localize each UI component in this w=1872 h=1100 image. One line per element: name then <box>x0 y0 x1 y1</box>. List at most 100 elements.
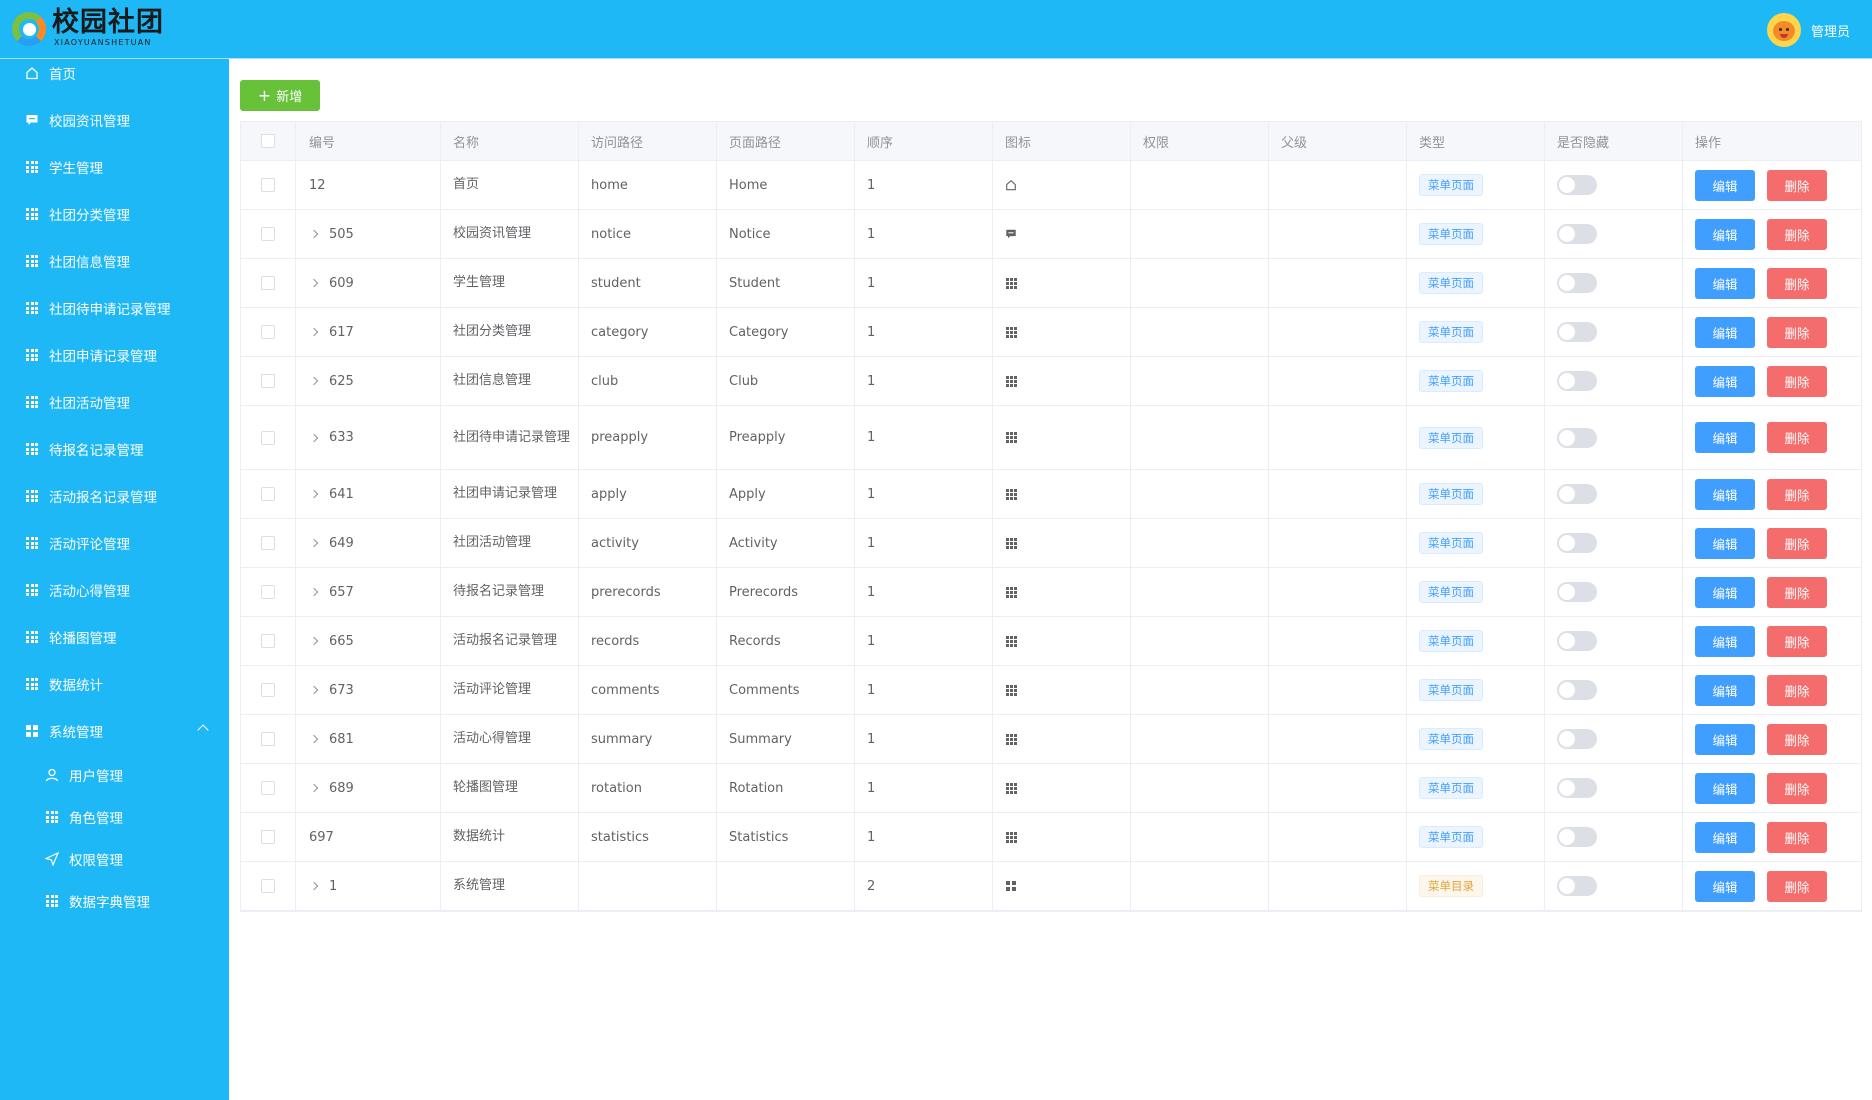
table-row[interactable]: 12 首页 home Home 1 菜单页面 编辑 删除 <box>241 161 1861 210</box>
row-checkbox[interactable] <box>261 325 275 339</box>
add-button[interactable]: + 新增 <box>240 80 320 111</box>
expand-icon[interactable] <box>309 881 319 891</box>
hidden-toggle[interactable] <box>1557 484 1597 504</box>
delete-button[interactable]: 删除 <box>1767 365 1827 397</box>
expand-icon[interactable] <box>309 734 319 744</box>
row-checkbox[interactable] <box>261 374 275 388</box>
edit-button[interactable]: 编辑 <box>1695 422 1755 453</box>
delete-button[interactable]: 删除 <box>1767 576 1827 608</box>
row-id: 697 <box>309 829 334 845</box>
table-row[interactable]: 681 活动心得管理 summary Summary 1 菜单页面 编辑 删除 <box>241 715 1861 764</box>
hidden-toggle[interactable] <box>1557 371 1597 391</box>
delete-button[interactable]: 删除 <box>1767 478 1827 510</box>
expand-icon[interactable] <box>309 783 319 793</box>
edit-button[interactable]: 编辑 <box>1695 723 1755 755</box>
delete-button[interactable]: 删除 <box>1767 870 1827 902</box>
select-all-checkbox[interactable] <box>261 134 275 148</box>
row-checkbox[interactable] <box>261 732 275 746</box>
table-row[interactable]: 617 社团分类管理 category Category 1 菜单页面 编辑 删除 <box>241 308 1861 357</box>
row-checkbox[interactable] <box>261 276 275 290</box>
delete-button[interactable]: 删除 <box>1767 267 1827 299</box>
expand-icon[interactable] <box>309 538 319 548</box>
delete-button[interactable]: 删除 <box>1767 625 1827 657</box>
edit-button[interactable]: 编辑 <box>1695 527 1755 559</box>
hidden-toggle[interactable] <box>1557 533 1597 553</box>
user-menu[interactable]: 管理员 <box>1766 13 1850 47</box>
hidden-toggle[interactable] <box>1557 175 1597 195</box>
hidden-toggle[interactable] <box>1557 427 1597 448</box>
hidden-toggle[interactable] <box>1557 631 1597 651</box>
edit-button[interactable]: 编辑 <box>1695 218 1755 250</box>
edit-button[interactable]: 编辑 <box>1695 267 1755 299</box>
row-checkbox[interactable] <box>261 430 275 445</box>
chevron-up-icon[interactable] <box>197 724 209 736</box>
row-checkbox[interactable] <box>261 536 275 550</box>
delete-button[interactable]: 删除 <box>1767 821 1827 853</box>
row-checkbox[interactable] <box>261 830 275 844</box>
table-row[interactable]: 665 活动报名记录管理 records Records 1 菜单页面 编辑 删除 <box>241 617 1861 666</box>
table-row[interactable]: 609 学生管理 student Student 1 菜单页面 编辑 删除 <box>241 259 1861 308</box>
row-checkbox[interactable] <box>261 227 275 241</box>
row-checkbox[interactable] <box>261 683 275 697</box>
hidden-toggle[interactable] <box>1557 778 1597 798</box>
row-checkbox[interactable] <box>261 585 275 599</box>
hidden-toggle[interactable] <box>1557 827 1597 847</box>
edit-button[interactable]: 编辑 <box>1695 625 1755 657</box>
table-row[interactable]: 657 待报名记录管理 prerecords Prerecords 1 菜单页面 编辑 删除 <box>241 568 1861 617</box>
edit-button[interactable]: 编辑 <box>1695 478 1755 510</box>
table-row[interactable]: 641 社团申请记录管理 apply Apply 1 菜单页面 编辑 删除 <box>241 470 1861 519</box>
edit-button[interactable]: 编辑 <box>1695 870 1755 902</box>
hidden-toggle[interactable] <box>1557 680 1597 700</box>
row-checkbox[interactable] <box>261 634 275 648</box>
edit-button[interactable]: 编辑 <box>1695 169 1755 201</box>
expand-icon[interactable] <box>309 376 319 386</box>
delete-button[interactable]: 删除 <box>1767 218 1827 250</box>
table-row[interactable]: 633 社团待申请记录管理 preapply Preapply 1 菜单页面 编辑 删除 <box>241 406 1861 470</box>
row-order: 1 <box>867 682 876 698</box>
hidden-toggle[interactable] <box>1557 273 1597 293</box>
edit-button[interactable]: 编辑 <box>1695 772 1755 804</box>
expand-icon[interactable] <box>309 489 319 499</box>
expand-icon[interactable] <box>309 433 319 442</box>
edit-button[interactable]: 编辑 <box>1695 316 1755 348</box>
app-logo[interactable]: 校园社团 XIAOYUANSHETUAN <box>12 8 164 48</box>
delete-button[interactable]: 删除 <box>1767 527 1827 559</box>
row-checkbox[interactable] <box>261 487 275 501</box>
row-checkbox[interactable] <box>261 879 275 893</box>
hidden-toggle[interactable] <box>1557 729 1597 749</box>
delete-button[interactable]: 删除 <box>1767 169 1827 201</box>
delete-button[interactable]: 删除 <box>1767 422 1827 453</box>
edit-button[interactable]: 编辑 <box>1695 674 1755 706</box>
menu-table: 编号 名称 访问路径 页面路径 顺序 图标 权限 父级 类型 是否隐藏 操作 12 首页 home Hom… <box>240 121 1862 912</box>
row-checkbox[interactable] <box>261 781 275 795</box>
delete-button[interactable]: 删除 <box>1767 316 1827 348</box>
table-row[interactable]: 1 系统管理 2 菜单目录 编辑 删除 <box>241 862 1861 911</box>
table-row[interactable]: 505 校园资讯管理 notice Notice 1 菜单页面 编辑 删除 <box>241 210 1861 259</box>
user-name[interactable]: 管理员 <box>1811 21 1850 40</box>
expand-icon[interactable] <box>309 327 319 337</box>
row-checkbox[interactable] <box>261 178 275 192</box>
edit-button[interactable]: 编辑 <box>1695 821 1755 853</box>
type-badge: 菜单页面 <box>1419 679 1483 701</box>
hidden-toggle[interactable] <box>1557 876 1597 896</box>
delete-button[interactable]: 删除 <box>1767 772 1827 804</box>
table-row[interactable]: 625 社团信息管理 club Club 1 菜单页面 编辑 删除 <box>241 357 1861 406</box>
table-row[interactable]: 689 轮播图管理 rotation Rotation 1 菜单页面 编辑 删除 <box>241 764 1861 813</box>
expand-icon[interactable] <box>309 278 319 288</box>
expand-icon[interactable] <box>309 229 319 239</box>
edit-button[interactable]: 编辑 <box>1695 576 1755 608</box>
edit-button[interactable]: 编辑 <box>1695 365 1755 397</box>
expand-icon[interactable] <box>309 587 319 597</box>
hidden-toggle[interactable] <box>1557 582 1597 602</box>
table-row[interactable]: 673 活动评论管理 comments Comments 1 菜单页面 编辑 删除 <box>241 666 1861 715</box>
delete-button[interactable]: 删除 <box>1767 723 1827 755</box>
expand-icon[interactable] <box>309 636 319 646</box>
hidden-toggle[interactable] <box>1557 224 1597 244</box>
table-row[interactable]: 649 社团活动管理 activity Activity 1 菜单页面 编辑 删除 <box>241 519 1861 568</box>
sidebar-item-18[interactable]: 数据字典管理 <box>0 873 229 929</box>
table-row[interactable]: 697 数据统计 statistics Statistics 1 菜单页面 编辑 删除 <box>241 813 1861 862</box>
avatar[interactable] <box>1766 13 1801 47</box>
hidden-toggle[interactable] <box>1557 322 1597 342</box>
delete-button[interactable]: 删除 <box>1767 674 1827 706</box>
expand-icon[interactable] <box>309 685 319 695</box>
